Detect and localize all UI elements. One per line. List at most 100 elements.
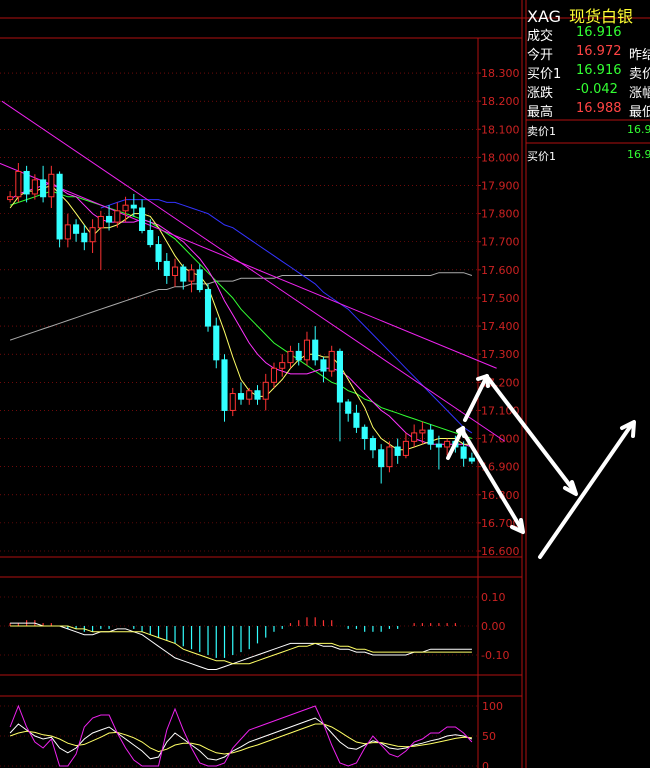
candle-up — [15, 163, 22, 203]
symbol-name: 现货白银 — [569, 7, 634, 26]
candle-up — [246, 387, 253, 405]
quote-value: 16.972 — [576, 44, 622, 59]
candle-down — [345, 399, 352, 422]
kdj-tick-label: 0 — [482, 760, 489, 768]
candle-body — [204, 289, 212, 327]
candle-down — [40, 165, 47, 203]
candle-body — [394, 446, 401, 456]
candle-body — [435, 443, 442, 448]
candle-down — [130, 193, 137, 217]
candle-body — [295, 350, 302, 361]
candle-up — [48, 165, 55, 209]
quote-title: XAG 现货白银 — [527, 3, 633, 27]
candle-up — [279, 354, 286, 377]
trendline — [1, 100, 506, 442]
candle-body — [345, 401, 352, 414]
quote-label: 今开 — [527, 48, 554, 63]
candle-body — [81, 232, 88, 243]
price-tick-label: 17.500 — [481, 292, 520, 305]
candle-down — [23, 165, 30, 203]
candle-body — [163, 260, 170, 276]
price-tick-label: 17.700 — [481, 236, 520, 249]
candle-body — [378, 449, 385, 468]
candle-up — [229, 387, 236, 417]
candle-up — [402, 432, 409, 459]
price-tick-label: 18.200 — [481, 95, 520, 108]
price-tick-label: 17.400 — [481, 320, 520, 333]
candle-down — [336, 348, 344, 442]
candle-body — [287, 350, 294, 364]
price-tick-label: 18.300 — [481, 67, 520, 80]
candle-body — [262, 381, 269, 400]
candle-body — [229, 393, 236, 411]
candle-down — [468, 452, 475, 464]
macd-panel: 0.10 0.00 -0.10 — [0, 591, 509, 670]
candle-up — [411, 424, 418, 447]
symbol-code: XAG — [527, 7, 562, 26]
candle-down — [394, 438, 401, 464]
candle-body — [73, 224, 80, 234]
price-tick-label: 17.300 — [481, 348, 520, 361]
candle-up — [7, 191, 14, 203]
candle-body — [7, 196, 14, 201]
candle-body — [171, 266, 179, 276]
candle-up — [328, 345, 335, 377]
quote-label: 涨跌 — [527, 86, 554, 101]
candle-body — [320, 359, 327, 372]
candle-down — [320, 357, 327, 383]
moving-average-lines — [9, 182, 473, 451]
quote-label: 买价1 — [527, 67, 562, 82]
candle-body — [130, 204, 137, 209]
quote-panel: XAG 现货白银 成交 16.916 今开 16.972 昨结 买价1 16.91… — [527, 0, 650, 768]
quote-value: -0.042 — [576, 82, 618, 97]
candle-up — [89, 219, 96, 253]
candle-up — [97, 210, 104, 270]
candle-body — [147, 229, 154, 246]
ask-label: 卖价1 — [527, 125, 556, 138]
candle-body — [246, 390, 253, 400]
candle-down — [221, 354, 228, 422]
candle-body — [460, 446, 467, 459]
bid-label: 买价1 — [527, 150, 556, 163]
candle-body — [361, 426, 368, 440]
candle-down — [369, 435, 376, 459]
candle-down — [138, 199, 146, 234]
trendline — [0, 162, 497, 369]
candle-body — [328, 350, 335, 372]
candle-body — [221, 359, 228, 411]
kdj-panel: 100 50 0 — [0, 700, 503, 768]
price-tick-label: 18.000 — [481, 151, 520, 164]
candle-body — [180, 266, 187, 282]
kdj-tick-label: 100 — [482, 700, 503, 713]
ma60-line — [100, 199, 473, 434]
candle-down — [155, 236, 162, 270]
candle-down — [254, 385, 261, 405]
candle-body — [254, 390, 261, 400]
candle-down — [163, 252, 170, 284]
candlestick-series — [7, 163, 475, 484]
candle-up — [64, 213, 71, 248]
candle-body — [15, 170, 22, 198]
candle-body — [411, 432, 418, 442]
candle-body — [138, 207, 146, 231]
quote-value: 16.988 — [576, 101, 622, 116]
candle-down — [435, 435, 442, 470]
candle-body — [444, 440, 451, 448]
candle-down — [312, 326, 319, 366]
candle-body — [312, 339, 319, 361]
candle-down — [56, 171, 63, 248]
candle-body — [336, 350, 344, 403]
candle-body — [353, 412, 360, 428]
bid-value: 16.9 — [627, 148, 650, 161]
candle-body — [386, 446, 393, 468]
price-tick-label: 17.800 — [481, 208, 520, 221]
price-tick-label: 16.600 — [481, 545, 520, 558]
candle-body — [48, 173, 55, 198]
candle-down — [361, 424, 368, 450]
candle-down — [378, 444, 385, 484]
candle-up — [171, 258, 179, 287]
macd-tick-label: 0.10 — [481, 591, 506, 604]
trendlines — [0, 100, 506, 442]
quote-label-secondary: 涨幅 — [629, 86, 650, 101]
candle-up — [188, 264, 195, 293]
